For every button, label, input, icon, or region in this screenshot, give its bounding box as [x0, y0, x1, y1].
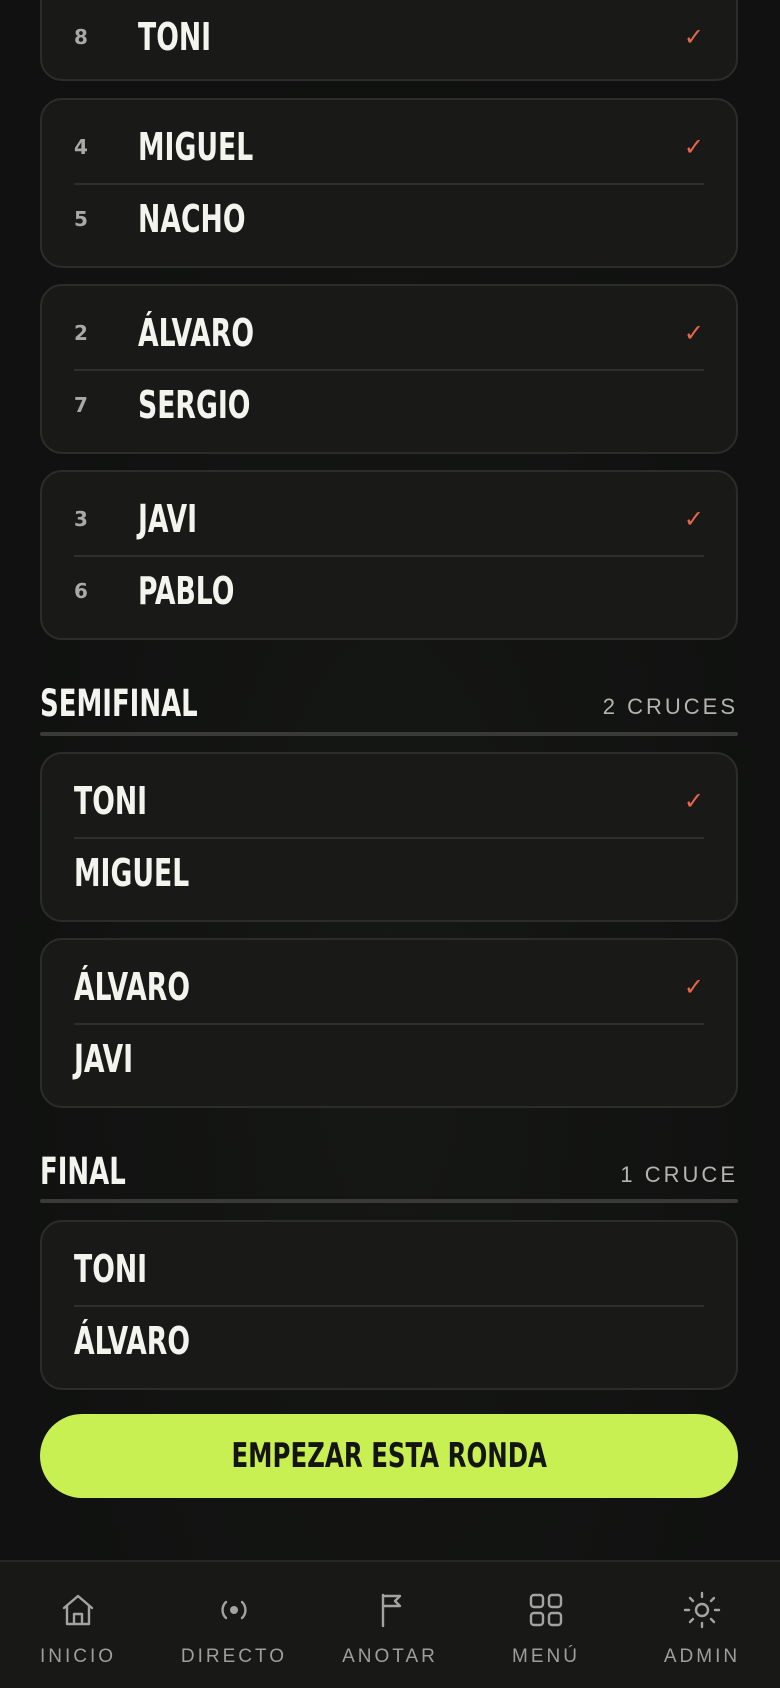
player-seed: 4 — [74, 135, 88, 159]
tab-menu[interactable]: MENÚ — [468, 1562, 624, 1688]
player-seed: 3 — [74, 507, 88, 531]
winner-check-icon: ✓ — [683, 133, 704, 161]
section-count-final: 1 CRUCE — [620, 1162, 738, 1187]
winner-check-icon: ✓ — [683, 787, 704, 815]
winner-check-icon: ✓ — [683, 505, 704, 533]
start-round-label: EMPEZAR ESTA RONDA — [231, 1436, 547, 1476]
section-divider — [40, 1199, 738, 1203]
sun-icon — [683, 1591, 721, 1629]
player-name: JAVI — [74, 1037, 134, 1081]
winner-check-icon: ✓ — [683, 973, 704, 1001]
match-card: 2 ÁLVARO ✓ 7 SERGIO — [40, 284, 738, 454]
player-name: NACHO — [138, 197, 246, 241]
player-row: 8 TONI ✓ — [42, 2, 736, 72]
section-title-semifinal: SEMIFINAL — [40, 682, 198, 725]
tab-anotar[interactable]: ANOTAR — [312, 1562, 468, 1688]
tab-label: DIRECTO — [180, 1646, 288, 1667]
tab-label: ADMIN — [663, 1646, 741, 1667]
bottom-tab-bar: INICIO DIRECTO ANOTAR MENÚ ADMIN — [0, 1560, 780, 1688]
player-row: 3 JAVI ✓ — [42, 484, 736, 554]
match-card: TONI ✓ MIGUEL — [40, 752, 738, 922]
player-seed: 7 — [74, 393, 88, 417]
player-name: MIGUEL — [138, 125, 254, 169]
tab-directo[interactable]: DIRECTO — [156, 1562, 312, 1688]
player-row: ÁLVARO ✓ — [42, 952, 736, 1022]
tab-label: MENÚ — [512, 1646, 580, 1667]
flag-icon — [381, 1593, 402, 1628]
match-card: ÁLVARO ✓ JAVI — [40, 938, 738, 1108]
winner-check-icon: ✓ — [683, 319, 704, 347]
player-row: 2 ÁLVARO ✓ — [42, 298, 736, 368]
start-round-button[interactable]: EMPEZAR ESTA RONDA — [40, 1414, 738, 1498]
player-seed: 2 — [74, 321, 88, 345]
tab-label: INICIO — [39, 1646, 117, 1667]
section-count-semifinal: 2 CRUCES — [602, 694, 738, 719]
match-card: 3 JAVI ✓ 6 PABLO — [40, 470, 738, 640]
player-row: ÁLVARO — [42, 1306, 736, 1376]
player-row: 4 MIGUEL ✓ — [42, 112, 736, 182]
player-name: PABLO — [138, 569, 235, 613]
match-card: 4 MIGUEL ✓ 5 NACHO — [40, 98, 738, 268]
player-name: ÁLVARO — [74, 1319, 191, 1363]
match-card: 8 TONI ✓ — [40, 0, 738, 81]
section-divider — [40, 732, 738, 736]
player-name: TONI — [138, 15, 212, 59]
player-name: SERGIO — [138, 383, 251, 427]
player-seed: 8 — [74, 25, 88, 49]
player-name: TONI — [74, 779, 148, 823]
player-row: MIGUEL — [42, 838, 736, 908]
section-title-final: FINAL — [40, 1150, 126, 1193]
live-icon — [221, 1600, 247, 1620]
player-row: 6 PABLO — [42, 556, 736, 626]
player-row: 7 SERGIO — [42, 370, 736, 440]
player-row: TONI ✓ — [42, 766, 736, 836]
bracket-scroll-area[interactable]: 8 TONI ✓ 4 MIGUEL ✓ 5 NACHO 2 ÁLVARO ✓ 7… — [0, 0, 780, 1560]
tab-label: ANOTAR — [342, 1646, 438, 1667]
winner-check-icon: ✓ — [683, 23, 704, 51]
player-row: 5 NACHO — [42, 184, 736, 254]
player-row: JAVI — [42, 1024, 736, 1094]
player-seed: 6 — [74, 579, 88, 603]
player-name: TONI — [74, 1247, 148, 1291]
player-name: JAVI — [138, 497, 198, 541]
player-row: TONI — [42, 1234, 736, 1304]
tab-inicio[interactable]: INICIO — [0, 1562, 156, 1688]
grid-icon — [529, 1593, 563, 1627]
player-name: ÁLVARO — [74, 965, 191, 1009]
player-seed: 5 — [74, 207, 88, 231]
player-name: ÁLVARO — [138, 311, 255, 355]
match-card: TONI ÁLVARO — [40, 1220, 738, 1390]
tab-admin[interactable]: ADMIN — [624, 1562, 780, 1688]
home-icon — [62, 1594, 94, 1626]
player-name: MIGUEL — [74, 851, 190, 895]
